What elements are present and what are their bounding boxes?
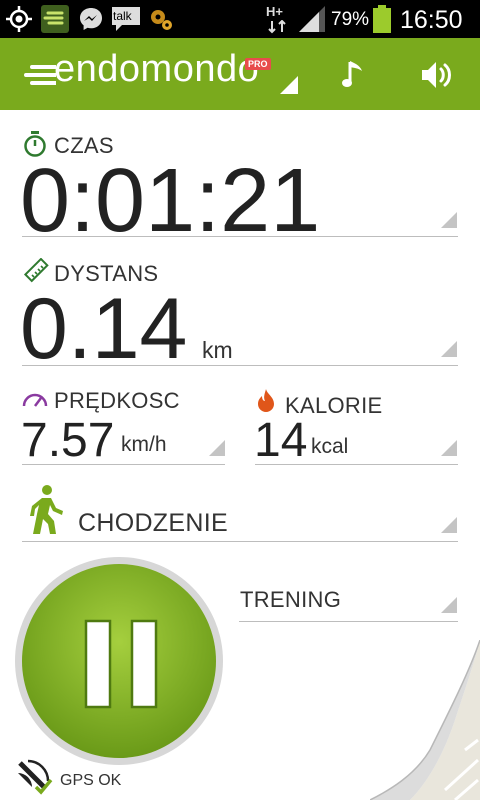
divider	[239, 621, 458, 622]
endomondo-notification-icon	[40, 4, 70, 34]
calories-value: 14	[254, 414, 308, 467]
app-logo: endomondo	[54, 48, 260, 90]
signal-strength-icon	[296, 4, 328, 34]
time-value: 0:01:21	[20, 151, 321, 251]
calories-dropdown-icon	[441, 440, 457, 456]
music-icon[interactable]	[340, 58, 370, 97]
divider	[22, 236, 458, 237]
battery-percent: 79%	[331, 9, 370, 30]
calories-unit: kcal	[311, 435, 349, 458]
status-bar: talk H+ 79% 16:50	[0, 0, 480, 38]
app-bar: endomondo PRO	[0, 38, 480, 110]
divider	[22, 365, 458, 366]
distance-unit: km	[202, 337, 233, 363]
walking-person-icon	[28, 485, 66, 540]
volume-icon[interactable]	[420, 60, 456, 95]
workout-dropdown-icon	[441, 597, 457, 613]
speed-dropdown-icon	[209, 440, 225, 456]
speed-label: PRĘDKOSC	[54, 388, 180, 413]
settings-gear-icon	[146, 4, 176, 34]
time-dropdown-icon	[441, 212, 457, 228]
map-page-curl[interactable]	[369, 639, 480, 805]
sport-label: CHODZENIE	[78, 509, 228, 537]
pause-icon	[84, 619, 158, 714]
battery-icon	[372, 4, 392, 34]
divider	[255, 464, 458, 465]
divider	[22, 541, 458, 542]
gps-status-label: GPS OK	[60, 772, 122, 789]
clock: 16:50	[400, 6, 463, 34]
workout-label: TRENING	[240, 587, 342, 612]
menu-dropdown-icon[interactable]	[280, 76, 300, 99]
speedometer-icon	[22, 390, 48, 413]
distance-dropdown-icon	[441, 341, 457, 357]
network-type-label: H+	[266, 4, 283, 19]
pro-badge: PRO	[245, 58, 271, 70]
gps-icon	[4, 4, 34, 34]
gps-signal-icon	[14, 757, 54, 800]
speed-value: 7.57	[21, 414, 115, 467]
speed-unit: km/h	[121, 433, 167, 456]
divider	[22, 464, 225, 465]
speed-lines-icon	[22, 64, 58, 91]
pause-button[interactable]	[14, 556, 224, 766]
sport-dropdown-icon	[441, 517, 457, 533]
talk-icon: talk	[110, 4, 142, 34]
network-type-icon: H+	[264, 4, 290, 34]
talk-label: talk	[113, 9, 132, 23]
messenger-icon	[76, 4, 106, 34]
